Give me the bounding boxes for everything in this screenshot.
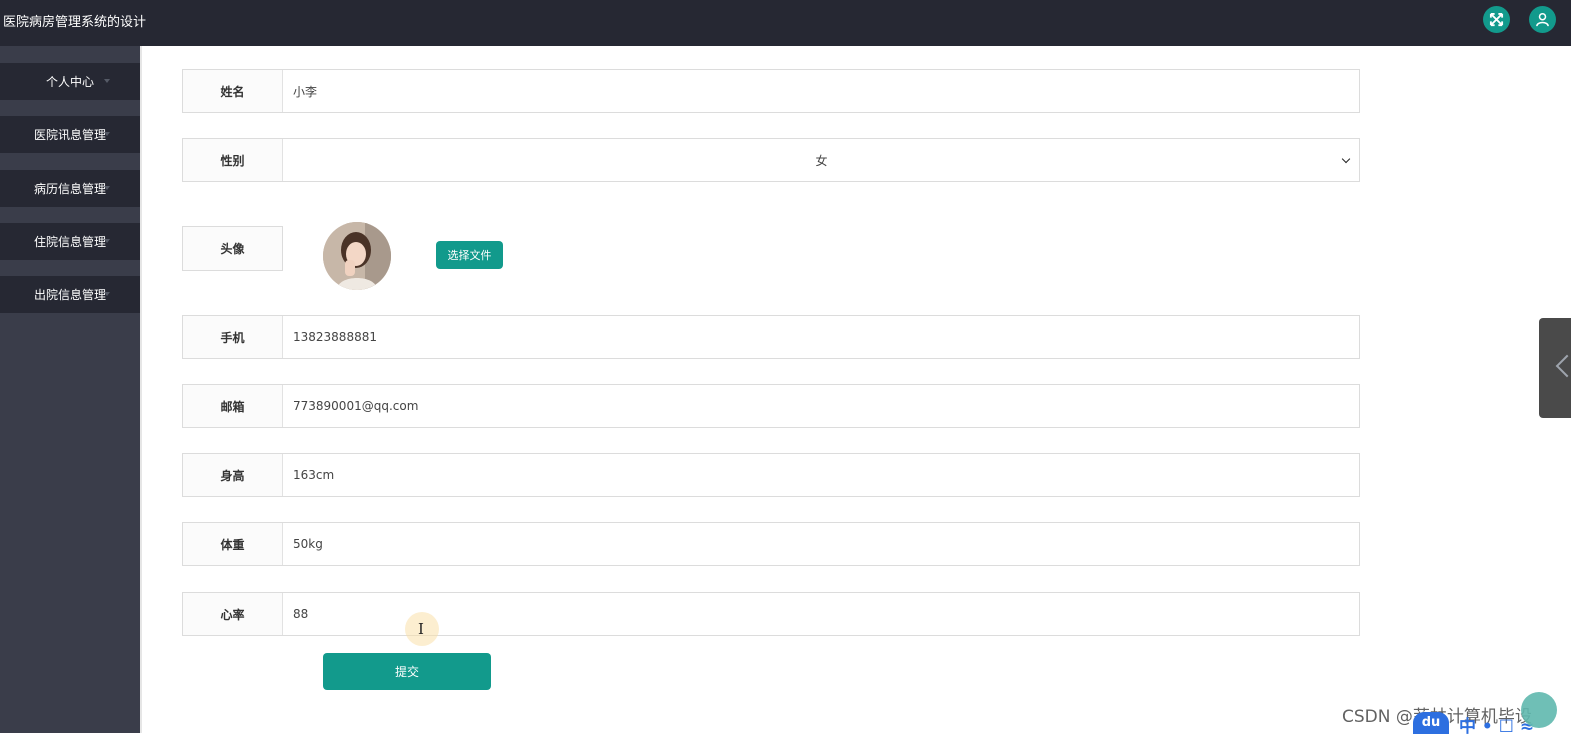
sidebar-item-label: 出院信息管理 xyxy=(33,288,106,302)
chevron-down-icon xyxy=(1341,154,1351,164)
text-cursor-icon: I xyxy=(418,620,424,638)
gender-row: 性别 女 xyxy=(182,138,1360,182)
chevron-down-icon xyxy=(104,79,110,83)
heart-rate-row: 心率 xyxy=(182,592,1360,636)
app-title: 医院病房管理系统的设计 xyxy=(3,15,147,30)
choose-file-button[interactable]: 选择文件 xyxy=(436,241,503,269)
height-row: 身高 xyxy=(182,453,1360,497)
sidebar-item-label: 病历信息管理 xyxy=(33,182,106,196)
name-field[interactable] xyxy=(284,70,1359,112)
gender-select[interactable]: 女 xyxy=(284,139,1359,181)
chevron-left-icon xyxy=(1555,354,1571,378)
expand-icon[interactable] xyxy=(1483,6,1510,33)
sidebar-item-hospital-news[interactable]: 医院讯息管理 xyxy=(0,116,140,153)
chevron-down-icon xyxy=(104,239,110,243)
email-row: 邮箱 xyxy=(182,384,1360,428)
chevron-down-icon xyxy=(104,186,110,190)
weight-field[interactable] xyxy=(284,523,1359,565)
phone-label: 手机 xyxy=(183,316,283,358)
height-field[interactable] xyxy=(284,454,1359,496)
phone-field[interactable] xyxy=(284,316,1359,358)
sidebar-item-personal-center[interactable]: 个人中心 xyxy=(0,63,140,100)
top-bar: 医院病房管理系统的设计 xyxy=(0,0,1571,46)
gender-label: 性别 xyxy=(183,139,283,181)
sidebar-item-medical-records[interactable]: 病历信息管理 xyxy=(0,170,140,207)
phone-row: 手机 xyxy=(182,315,1360,359)
weight-label: 体重 xyxy=(183,523,283,565)
name-row: 姓名 xyxy=(182,69,1360,113)
user-icon[interactable] xyxy=(1529,6,1556,33)
email-field[interactable] xyxy=(284,385,1359,427)
sidebar-item-admission[interactable]: 住院信息管理 xyxy=(0,223,140,260)
content-divider xyxy=(140,46,142,733)
email-label: 邮箱 xyxy=(183,385,283,427)
name-label: 姓名 xyxy=(183,70,283,112)
avatar xyxy=(323,222,391,290)
heart-rate-field[interactable] xyxy=(284,593,1359,635)
avatar-label: 头像 xyxy=(182,226,283,271)
height-label: 身高 xyxy=(183,454,283,496)
sidebar-item-label: 医院讯息管理 xyxy=(33,128,106,142)
weight-row: 体重 xyxy=(182,522,1360,566)
submit-button[interactable]: 提交 xyxy=(323,653,491,690)
gender-select-value: 女 xyxy=(815,153,828,168)
sidebar-item-label: 个人中心 xyxy=(45,75,94,89)
sidebar: 个人中心 医院讯息管理 病历信息管理 住院信息管理 出院信息管理 xyxy=(0,46,140,733)
ime-logo: du xyxy=(1413,712,1449,734)
sidebar-item-discharge[interactable]: 出院信息管理 xyxy=(0,276,140,313)
chevron-down-icon xyxy=(104,292,110,296)
chevron-down-icon xyxy=(104,132,110,136)
heart-rate-label: 心率 xyxy=(183,593,283,635)
sidebar-item-label: 住院信息管理 xyxy=(33,235,106,249)
side-panel-toggle[interactable] xyxy=(1539,318,1571,418)
floating-action-button[interactable] xyxy=(1521,692,1557,728)
